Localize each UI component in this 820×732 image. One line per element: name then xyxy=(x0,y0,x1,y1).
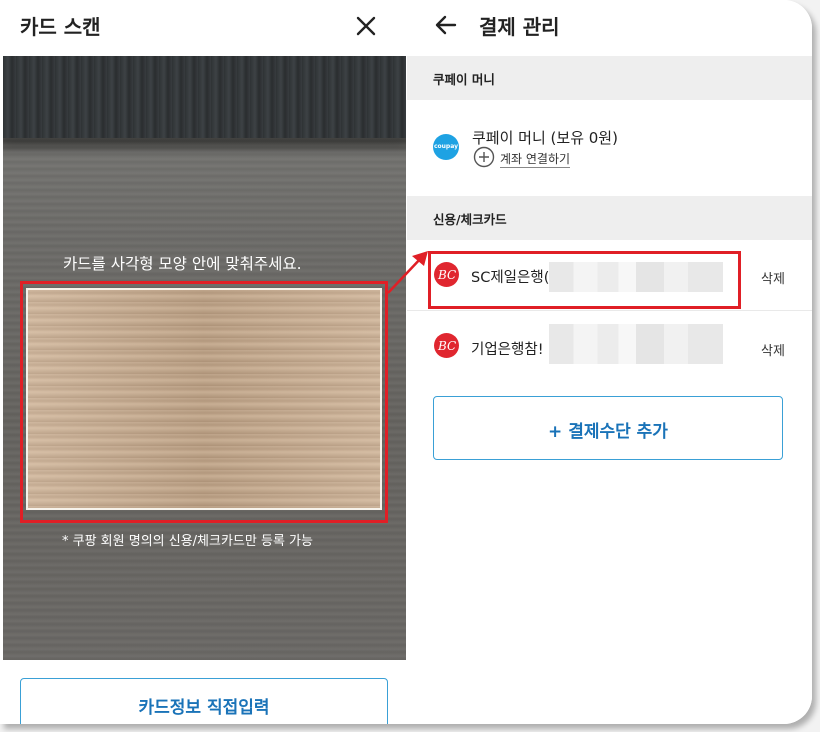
section-coupay-money: 쿠페이 머니 xyxy=(407,56,812,100)
payment-header: 결제 관리 xyxy=(407,0,812,56)
card-name: 기업은행참! xyxy=(471,342,544,358)
close-button[interactable] xyxy=(348,8,384,44)
section-label: 신용/체크카드 xyxy=(433,212,507,227)
highlight-box xyxy=(428,251,741,309)
section-cards: 신용/체크카드 xyxy=(407,196,812,240)
delete-card-button[interactable]: 삭제 xyxy=(761,340,785,359)
scan-instruction: 카드를 사각형 모양 안에 맞춰주세요. xyxy=(63,255,302,273)
add-payment-label: + 결제수단 추가 xyxy=(548,422,668,442)
bc-logo-icon: BC xyxy=(437,339,456,353)
page-title: 카드 스캔 xyxy=(20,15,101,39)
arrow-left-icon xyxy=(435,15,457,35)
add-payment-method-button[interactable]: + 결제수단 추가 xyxy=(433,396,783,460)
back-button[interactable] xyxy=(429,8,463,42)
plus-circle-icon[interactable] xyxy=(473,146,495,168)
card-row[interactable]: BC 기업은행참! 삭제 xyxy=(407,312,812,380)
manual-entry-label: 카드정보 직접입력 xyxy=(138,698,270,718)
manual-entry-button[interactable]: 카드정보 직접입력 xyxy=(20,678,388,724)
divider xyxy=(407,310,812,311)
bc-card-logo: BC xyxy=(434,333,459,358)
masked-card-number xyxy=(549,324,723,364)
section-label: 쿠페이 머니 xyxy=(433,72,495,87)
scan-note: * 쿠팡 회원 명의의 신용/체크카드만 등록 가능 xyxy=(62,534,313,549)
svg-text:BC: BC xyxy=(437,339,456,353)
connect-account-link[interactable]: 계좌 연결하기 xyxy=(500,150,571,168)
camera-background-object xyxy=(3,56,406,156)
coupay-money-balance: 쿠페이 머니 (보유 0원) xyxy=(472,129,618,147)
page-title: 결제 관리 xyxy=(479,15,560,39)
payment-management-screen: 결제 관리 쿠페이 머니 coupay 쿠페이 머니 (보유 0원) 계좌 연결… xyxy=(407,0,812,724)
delete-card-button[interactable]: 삭제 xyxy=(761,268,785,287)
coupay-logo: coupay xyxy=(433,134,459,160)
card-scan-header: 카드 스캔 xyxy=(0,0,406,56)
close-icon xyxy=(356,16,376,36)
scan-area-highlight xyxy=(20,281,388,523)
